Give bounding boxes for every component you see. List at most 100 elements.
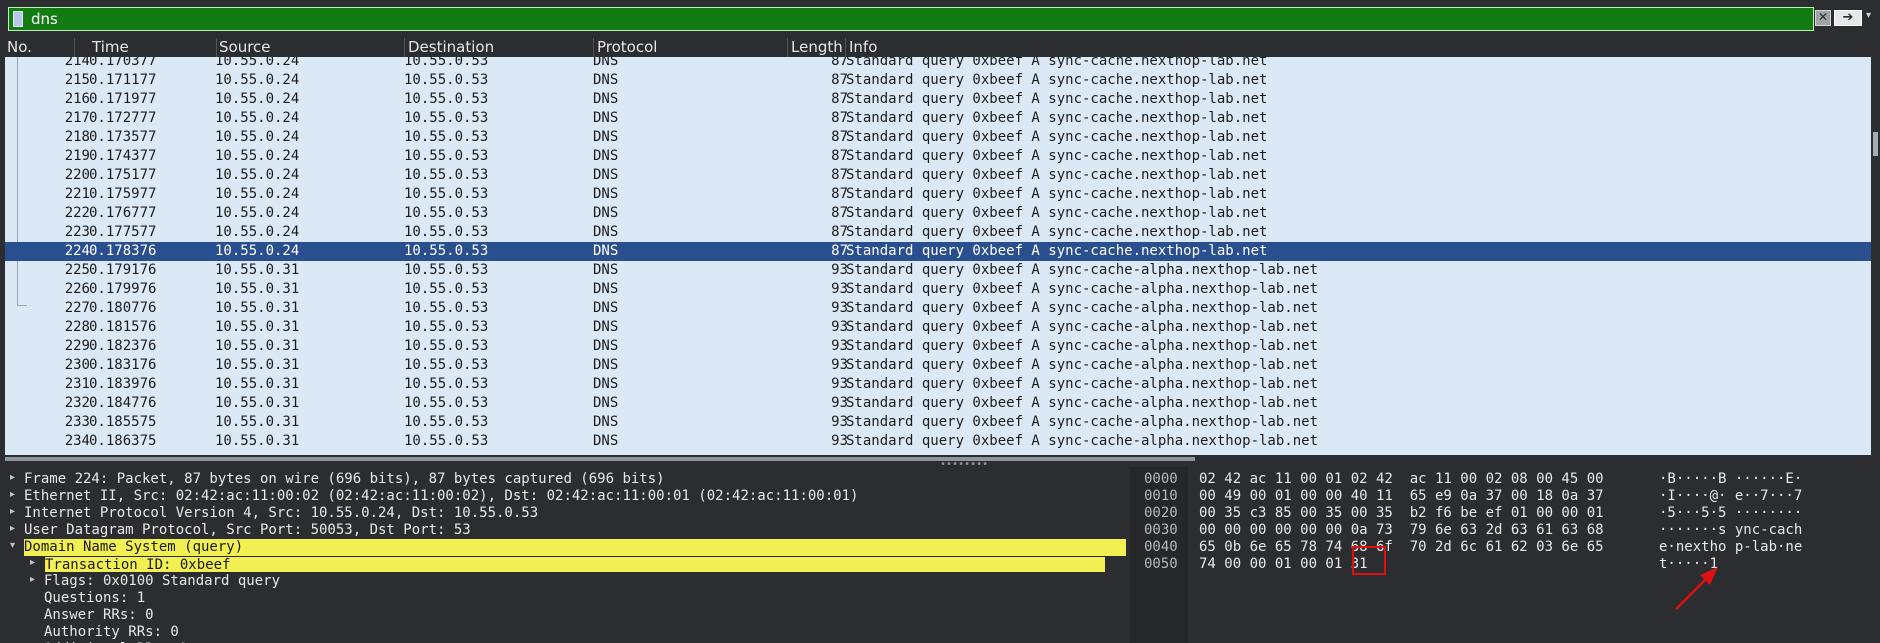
table-row[interactable]: 214 0.170377 10.55.0.24 10.55.0.53 DNS 87 Stan…: [5, 57, 1871, 71]
detail-tree-item[interactable]: Internet Protocol Version 4, Src: 10.55.…: [24, 505, 538, 522]
table-row[interactable]: 228 0.181576 10.55.0.31 10.55.0.53 DNS 93 Stan…: [5, 318, 1871, 337]
hex-bytes[interactable]: 02 42 ac 11 00 01 02 42 ac 11 00 02 08 0…: [1199, 471, 1604, 488]
cell-protocol: DNS: [593, 205, 619, 221]
cell-time: 0.171977: [89, 91, 157, 107]
ascii-bytes[interactable]: ·I····@· e··7···7: [1659, 488, 1802, 505]
display-filter-bar: dns ✕ ➔ ▾: [0, 0, 1880, 38]
table-row[interactable]: 229 0.182376 10.55.0.31 10.55.0.53 DNS 93 Stan…: [5, 337, 1871, 356]
cell-destination: 10.55.0.53: [404, 72, 489, 88]
collapse-arrow-icon[interactable]: ▸: [30, 574, 35, 585]
table-row[interactable]: 218 0.173577 10.55.0.24 10.55.0.53 DNS 87 Stan…: [5, 128, 1871, 147]
packet-list-scrollbar[interactable]: [1871, 57, 1880, 455]
packet-list-hscroll-thumb[interactable]: [5, 457, 1195, 461]
packet-list-scroll-thumb[interactable]: [1873, 132, 1878, 156]
detail-tree-item[interactable]: Ethernet II, Src: 02:42:ac:11:00:02 (02:…: [24, 488, 858, 505]
cell-length: 93: [831, 395, 848, 411]
cell-no: 228: [64, 319, 90, 335]
cell-source: 10.55.0.24: [215, 91, 300, 107]
hex-bytes[interactable]: 00 35 c3 85 00 35 00 35 b2 f6 be ef 01 0…: [1199, 505, 1604, 522]
cell-source: 10.55.0.31: [215, 414, 300, 430]
hex-bytes[interactable]: 74 00 00 01 00 01 31: [1199, 556, 1368, 573]
column-time[interactable]: Time: [88, 38, 217, 57]
column-destination[interactable]: Destination: [404, 38, 594, 57]
cell-length: 87: [831, 224, 848, 240]
table-row[interactable]: 225 0.179176 10.55.0.31 10.55.0.53 DNS 93 Stan…: [5, 261, 1871, 280]
cell-length: 87: [831, 129, 848, 145]
cell-protocol: DNS: [593, 91, 619, 107]
collapse-arrow-icon[interactable]: ▸: [10, 472, 15, 483]
cell-destination: 10.55.0.53: [404, 281, 489, 297]
cell-no: 220: [64, 167, 90, 183]
collapse-arrow-icon[interactable]: ▸: [10, 506, 15, 517]
packet-details-pane[interactable]: Frame 224: Packet, 87 bytes on wire (696…: [5, 467, 1130, 643]
hex-row: 0000 02 42 ac 11 00 01 02 42 ac 11 00 02 …: [1144, 471, 1880, 488]
hex-bytes[interactable]: 00 49 00 01 00 00 40 11 65 e9 0a 37 00 1…: [1199, 488, 1604, 505]
packet-list[interactable]: 214 0.170377 10.55.0.24 10.55.0.53 DNS 87 Stan…: [5, 57, 1871, 455]
table-row[interactable]: 230 0.183176 10.55.0.31 10.55.0.53 DNS 93 Stan…: [5, 356, 1871, 375]
detail-tree-item[interactable]: User Datagram Protocol, Src Port: 50053,…: [24, 522, 471, 539]
cell-protocol: DNS: [593, 262, 619, 278]
table-row[interactable]: 219 0.174377 10.55.0.24 10.55.0.53 DNS 87 Stan…: [5, 147, 1871, 166]
cell-time: 0.180776: [89, 300, 157, 316]
cell-no: 221: [64, 186, 90, 202]
cell-protocol: DNS: [593, 414, 619, 430]
table-row[interactable]: 233 0.185575 10.55.0.31 10.55.0.53 DNS 93 Stan…: [5, 413, 1871, 432]
table-row[interactable]: 217 0.172777 10.55.0.24 10.55.0.53 DNS 87 Stan…: [5, 109, 1871, 128]
ascii-bytes[interactable]: e·nextho p-lab·ne: [1659, 539, 1802, 556]
table-row[interactable]: 224 0.178376 10.55.0.24 10.55.0.53 DNS 87 Stan…: [5, 242, 1871, 261]
collapse-arrow-icon[interactable]: ▸: [10, 523, 15, 534]
clear-icon[interactable]: ✕: [1815, 10, 1831, 26]
cell-protocol: DNS: [593, 167, 619, 183]
hex-bytes[interactable]: 65 0b 6e 65 78 74 68 6f 70 2d 6c 61 62 0…: [1199, 539, 1604, 556]
detail-tree-item[interactable]: Domain Name System (query): [24, 539, 1126, 556]
detail-tree-item[interactable]: Transaction ID: 0xbeef: [44, 556, 1106, 573]
collapse-arrow-icon[interactable]: ▸: [30, 557, 35, 568]
table-row[interactable]: 215 0.171177 10.55.0.24 10.55.0.53 DNS 87 Stan…: [5, 71, 1871, 90]
cell-no: 218: [64, 129, 90, 145]
column-source[interactable]: Source: [215, 38, 405, 57]
cell-no: 229: [64, 338, 90, 354]
cell-destination: 10.55.0.53: [404, 224, 489, 240]
detail-tree-item[interactable]: Answer RRs: 0: [44, 607, 154, 624]
cell-destination: 10.55.0.53: [404, 57, 489, 69]
detail-tree-item[interactable]: Flags: 0x0100 Standard query: [44, 573, 280, 590]
cell-protocol: DNS: [593, 300, 619, 316]
packet-bytes-pane[interactable]: 0000 02 42 ac 11 00 01 02 42 ac 11 00 02 …: [1144, 467, 1880, 643]
column-length[interactable]: Length: [787, 38, 846, 57]
ascii-bytes[interactable]: ·B·····B ······E·: [1659, 471, 1802, 488]
table-row[interactable]: 234 0.186375 10.55.0.31 10.55.0.53 DNS 93 Stan…: [5, 432, 1871, 451]
hex-bytes[interactable]: 00 00 00 00 00 00 0a 73 79 6e 63 2d 63 6…: [1199, 522, 1604, 539]
ascii-bytes[interactable]: ·5···5·5 ········: [1659, 505, 1802, 522]
cell-time: 0.183176: [89, 357, 157, 373]
table-row[interactable]: 232 0.184776 10.55.0.31 10.55.0.53 DNS 93 Stan…: [5, 394, 1871, 413]
cell-destination: 10.55.0.53: [404, 319, 489, 335]
column-protocol[interactable]: Protocol: [593, 38, 788, 57]
detail-tree-item[interactable]: Frame 224: Packet, 87 bytes on wire (696…: [24, 471, 665, 488]
cell-source: 10.55.0.24: [215, 205, 300, 221]
bookmark-icon[interactable]: [13, 11, 23, 27]
detail-tree-item[interactable]: Questions: 1: [44, 590, 145, 607]
display-filter-input[interactable]: dns: [8, 7, 1814, 31]
table-row[interactable]: 221 0.175977 10.55.0.24 10.55.0.53 DNS 87 Stan…: [5, 185, 1871, 204]
cell-length: 87: [831, 167, 848, 183]
table-row[interactable]: 231 0.183976 10.55.0.31 10.55.0.53 DNS 93 Stan…: [5, 375, 1871, 394]
table-row[interactable]: 226 0.179976 10.55.0.31 10.55.0.53 DNS 93 Stan…: [5, 280, 1871, 299]
detail-tree-item[interactable]: Authority RRs: 0: [44, 624, 179, 641]
table-row[interactable]: 222 0.176777 10.55.0.24 10.55.0.53 DNS 87 Stan…: [5, 204, 1871, 223]
collapse-arrow-icon[interactable]: ▸: [10, 489, 15, 500]
table-row[interactable]: 220 0.175177 10.55.0.24 10.55.0.53 DNS 87 Stan…: [5, 166, 1871, 185]
apply-arrow-icon[interactable]: ➔: [1834, 10, 1862, 26]
cell-source: 10.55.0.24: [215, 110, 300, 126]
ascii-bytes[interactable]: ·······s ync-cach: [1659, 522, 1802, 539]
cell-no: 219: [64, 148, 90, 164]
expand-arrow-icon[interactable]: ▾: [10, 540, 15, 551]
display-filter-text[interactable]: dns: [31, 9, 58, 29]
column-no[interactable]: No.: [3, 38, 75, 57]
table-row[interactable]: 223 0.177577 10.55.0.24 10.55.0.53 DNS 87 Stan…: [5, 223, 1871, 242]
column-info[interactable]: Info: [845, 38, 1872, 57]
cell-info: Standard query 0xbeef A sync-cache-alpha…: [846, 395, 1319, 411]
cell-protocol: DNS: [593, 224, 619, 240]
chevron-down-icon[interactable]: ▾: [1866, 10, 1871, 21]
table-row[interactable]: 227 0.180776 10.55.0.31 10.55.0.53 DNS 93 Stan…: [5, 299, 1871, 318]
table-row[interactable]: 216 0.171977 10.55.0.24 10.55.0.53 DNS 87 Stan…: [5, 90, 1871, 109]
